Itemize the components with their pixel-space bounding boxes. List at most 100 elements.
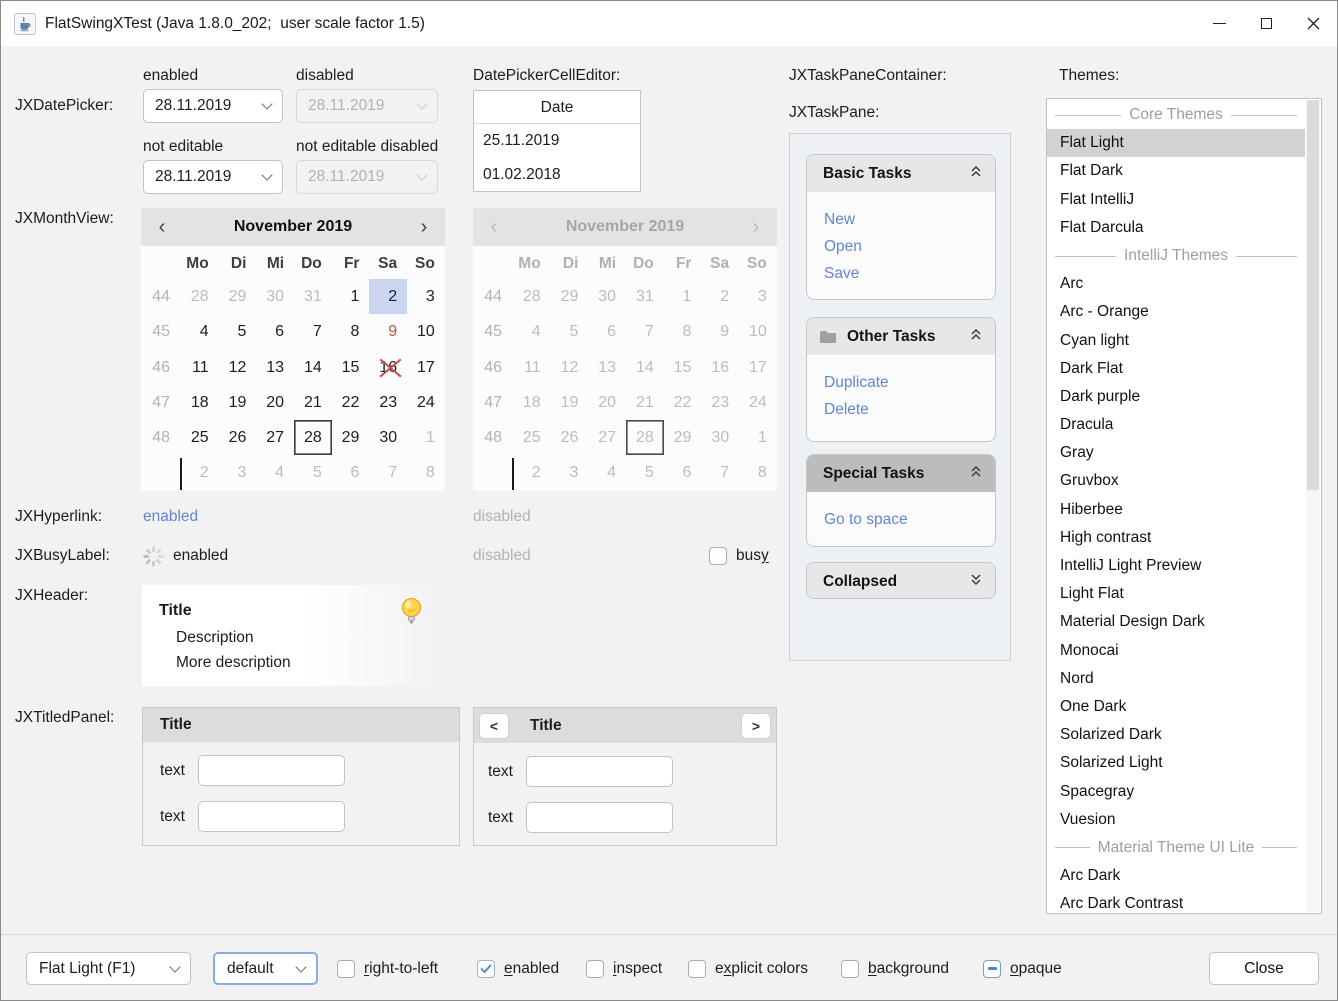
table-column-header[interactable]: Date (474, 91, 640, 124)
theme-item[interactable]: Flat IntelliJ (1047, 186, 1305, 214)
calendar-day[interactable]: 11 (181, 350, 219, 385)
calendar-day[interactable]: 21 (294, 385, 332, 420)
calendar-day[interactable]: 29 (332, 420, 370, 455)
checkbox-background[interactable]: background (841, 952, 949, 985)
calendar-day[interactable]: 25 (181, 420, 219, 455)
prev-month-button[interactable]: ‹ (141, 209, 183, 245)
checkbox-enabled[interactable]: enabled (477, 952, 559, 985)
theme-item[interactable]: Monocai (1047, 637, 1305, 665)
checkbox-explicit-colors[interactable]: explicit colors (688, 952, 808, 985)
theme-item[interactable]: Arc - Orange (1047, 298, 1305, 326)
size-combobox[interactable]: default (213, 952, 318, 985)
calendar-day[interactable]: 1 (332, 279, 370, 314)
taskpane-header[interactable]: Basic Tasks (807, 155, 995, 192)
checkbox-opaque[interactable]: opaque (983, 952, 1062, 985)
calendar-day[interactable]: 9 (369, 314, 407, 349)
text-input[interactable] (198, 755, 345, 786)
text-input[interactable] (198, 801, 345, 832)
next-button[interactable]: > (741, 713, 771, 739)
themes-scrollbar[interactable] (1306, 100, 1320, 912)
calendar-day[interactable]: 5 (294, 455, 332, 490)
theme-item[interactable]: Dracula (1047, 411, 1305, 439)
calendar-day[interactable]: 1 (407, 420, 445, 455)
datepicker-not-editable[interactable]: 28.11.2019 (143, 160, 283, 194)
calendar-day[interactable]: 8 (407, 455, 445, 490)
checkbox-box[interactable] (477, 960, 495, 978)
theme-combobox[interactable]: Flat Light (F1) (26, 952, 191, 985)
theme-item[interactable]: Light Flat (1047, 580, 1305, 608)
checkbox-box[interactable] (688, 960, 706, 978)
calendar-day[interactable]: 15 (332, 350, 370, 385)
calendar-day[interactable]: 16 (369, 350, 407, 385)
theme-item[interactable]: Arc Dark (1047, 862, 1305, 890)
calendar-day[interactable]: 12 (219, 350, 257, 385)
calendar-day[interactable]: 27 (256, 420, 294, 455)
calendar-day[interactable]: 28 (294, 420, 332, 455)
theme-item[interactable]: Nord (1047, 665, 1305, 693)
close-window-button[interactable] (1290, 1, 1337, 46)
calendar-day[interactable]: 5 (219, 314, 257, 349)
calendar-day[interactable]: 2 (369, 279, 407, 314)
calendar-day[interactable]: 3 (219, 455, 257, 490)
text-input[interactable] (526, 802, 673, 833)
busy-checkbox[interactable]: busy (709, 539, 769, 572)
calendar-day[interactable]: 26 (219, 420, 257, 455)
taskpane-header[interactable]: Special Tasks (807, 455, 995, 492)
taskpane-link-new[interactable]: New (824, 206, 995, 233)
datepicker-dropdown-button[interactable] (252, 175, 282, 179)
theme-item[interactable]: Solarized Light (1047, 749, 1305, 777)
calendar-day[interactable]: 17 (407, 350, 445, 385)
calendar-day[interactable]: 30 (256, 279, 294, 314)
calendar-day[interactable]: 3 (407, 279, 445, 314)
calendar-day[interactable]: 6 (332, 455, 370, 490)
calendar-day[interactable]: 19 (219, 385, 257, 420)
theme-item[interactable]: IntelliJ Light Preview (1047, 552, 1305, 580)
theme-item[interactable]: Gray (1047, 439, 1305, 467)
checkbox-box[interactable] (709, 547, 727, 565)
minimize-button[interactable] (1196, 1, 1243, 46)
calendar-day[interactable]: 10 (407, 314, 445, 349)
theme-item[interactable]: Arc (1047, 270, 1305, 298)
checkbox-right-to-left[interactable]: right-to-left (337, 952, 438, 985)
calendar-day[interactable]: 29 (219, 279, 257, 314)
calendar-day[interactable]: 7 (369, 455, 407, 490)
calendar-day[interactable]: 31 (294, 279, 332, 314)
taskpane-link-open[interactable]: Open (824, 233, 995, 260)
theme-item[interactable]: Solarized Dark (1047, 721, 1305, 749)
calendar-day[interactable]: 4 (256, 455, 294, 490)
taskpane-link-save[interactable]: Save (824, 260, 995, 287)
text-input[interactable] (526, 756, 673, 787)
scrollbar-thumb[interactable] (1307, 100, 1319, 490)
theme-item[interactable]: Spacegray (1047, 778, 1305, 806)
taskpane-link-delete[interactable]: Delete (824, 396, 995, 423)
calendar-day[interactable]: 24 (407, 385, 445, 420)
theme-item[interactable]: One Dark (1047, 693, 1305, 721)
taskpane-link-go-to-space[interactable]: Go to space (824, 506, 995, 533)
datepicker-value[interactable]: 28.11.2019 (144, 97, 252, 115)
calendar-day[interactable]: 8 (332, 314, 370, 349)
theme-item[interactable]: Gruvbox (1047, 467, 1305, 495)
maximize-button[interactable] (1243, 1, 1290, 46)
calendar-day[interactable]: 28 (181, 279, 219, 314)
calendar-day[interactable]: 2 (181, 455, 219, 490)
monthview-enabled[interactable]: ‹November 2019›MoDiMiDoFrSaSo44282930311… (141, 208, 445, 491)
calendar-day[interactable]: 14 (294, 350, 332, 385)
checkbox-box[interactable] (841, 960, 859, 978)
checkbox-box[interactable] (983, 960, 1001, 978)
prev-button[interactable]: < (479, 713, 509, 739)
calendar-day[interactable]: 22 (332, 385, 370, 420)
datepicker-value[interactable]: 28.11.2019 (144, 168, 252, 186)
calendar-day[interactable]: 7 (294, 314, 332, 349)
calendar-day[interactable]: 6 (256, 314, 294, 349)
datepicker-dropdown-button[interactable] (252, 104, 282, 108)
close-button[interactable]: Close (1209, 952, 1319, 985)
theme-item[interactable]: Flat Light (1047, 129, 1305, 157)
calendar-day[interactable]: 23 (369, 385, 407, 420)
checkbox-inspect[interactable]: inspect (586, 952, 662, 985)
table-row[interactable]: 25.11.2019 (474, 124, 640, 158)
calendar-day[interactable]: 4 (181, 314, 219, 349)
hyperlink-enabled[interactable]: enabled (143, 508, 198, 526)
theme-item[interactable]: Flat Dark (1047, 157, 1305, 185)
taskpane-link-duplicate[interactable]: Duplicate (824, 369, 995, 396)
calendar-day[interactable]: 30 (369, 420, 407, 455)
